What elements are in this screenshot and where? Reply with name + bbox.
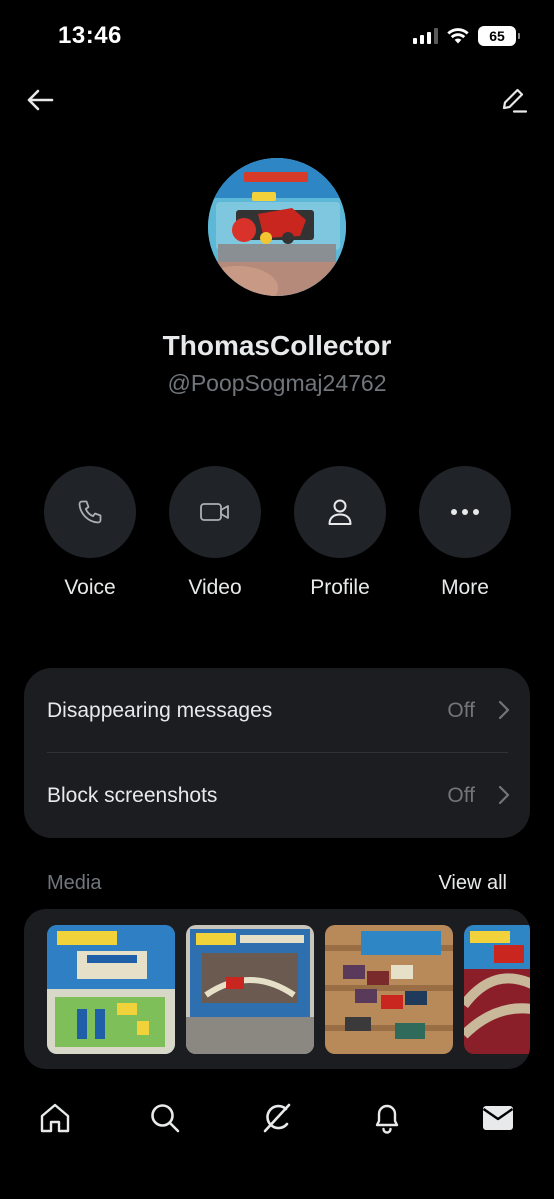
avatar-image: [208, 158, 346, 296]
action-buttons: Voice Video Profile More: [44, 466, 511, 606]
status-time: 13:46: [58, 22, 122, 49]
video-button-circle[interactable]: [169, 466, 261, 558]
pencil-icon: [502, 88, 528, 113]
media-thumbnail[interactable]: [325, 925, 453, 1054]
media-image: [47, 925, 175, 1054]
bell-icon: [375, 1104, 399, 1134]
more-dots-icon: [451, 509, 479, 515]
profile-button[interactable]: Profile: [294, 466, 386, 600]
user-handle: @PoopSogmaj24762: [167, 370, 387, 396]
setting-title: Disappearing messages: [47, 698, 273, 722]
more-label: More: [441, 576, 489, 599]
edit-button[interactable]: [498, 84, 530, 116]
display-name: ThomasCollector: [162, 330, 392, 361]
disappearing-messages-row[interactable]: Disappearing messages Off: [24, 668, 530, 753]
cellular-signal-icon: [413, 28, 438, 44]
tab-grok[interactable]: [257, 1098, 297, 1138]
wifi-icon: [447, 28, 469, 44]
video-label: Video: [188, 576, 242, 599]
chevron-right-icon: [498, 785, 510, 805]
media-strip[interactable]: [24, 909, 530, 1069]
phone-icon: [78, 500, 102, 524]
status-icons: 65: [413, 26, 520, 46]
profile-avatar[interactable]: [208, 158, 346, 296]
media-thumbnail[interactable]: [464, 925, 530, 1054]
profile-button-circle[interactable]: [294, 466, 386, 558]
media-image: [186, 925, 314, 1054]
tab-search[interactable]: [145, 1098, 185, 1138]
back-button[interactable]: [24, 84, 56, 116]
chevron-right-icon: [498, 700, 510, 720]
voice-button-circle[interactable]: [44, 466, 136, 558]
media-image: [325, 925, 453, 1054]
tab-messages[interactable]: [478, 1098, 518, 1138]
battery-icon: 65: [478, 26, 520, 46]
battery-level: 65: [489, 28, 505, 44]
envelope-icon: [482, 1106, 514, 1130]
block-screenshots-row[interactable]: Block screenshots Off: [24, 753, 530, 838]
tab-home[interactable]: [35, 1098, 75, 1138]
video-camera-icon: [200, 503, 229, 521]
home-icon: [40, 1103, 70, 1133]
bottom-tab-bar: [0, 1090, 554, 1146]
settings-card: Disappearing messages Off Block screensh…: [24, 668, 530, 838]
setting-title: Block screenshots: [47, 783, 218, 807]
tab-notifications[interactable]: [367, 1098, 407, 1138]
media-thumbnail[interactable]: [186, 925, 314, 1054]
media-thumbnail[interactable]: [47, 925, 175, 1054]
voice-label: Voice: [64, 576, 116, 599]
more-button[interactable]: More: [419, 466, 511, 600]
media-image: [464, 925, 530, 1054]
top-nav: [0, 80, 554, 120]
view-all-link[interactable]: View all: [438, 872, 507, 895]
profile-label: Profile: [310, 576, 370, 599]
status-bar: 13:46 65: [0, 0, 554, 72]
media-header: Media View all: [47, 872, 507, 900]
arrow-left-icon: [27, 89, 54, 111]
setting-value: Off: [447, 698, 475, 722]
more-button-circle[interactable]: [419, 466, 511, 558]
voice-button[interactable]: Voice: [44, 466, 136, 600]
search-icon: [151, 1104, 180, 1133]
grok-icon: [263, 1103, 291, 1133]
setting-value: Off: [447, 783, 475, 807]
media-title: Media: [47, 872, 102, 894]
person-icon: [328, 499, 352, 525]
video-button[interactable]: Video: [169, 466, 261, 600]
